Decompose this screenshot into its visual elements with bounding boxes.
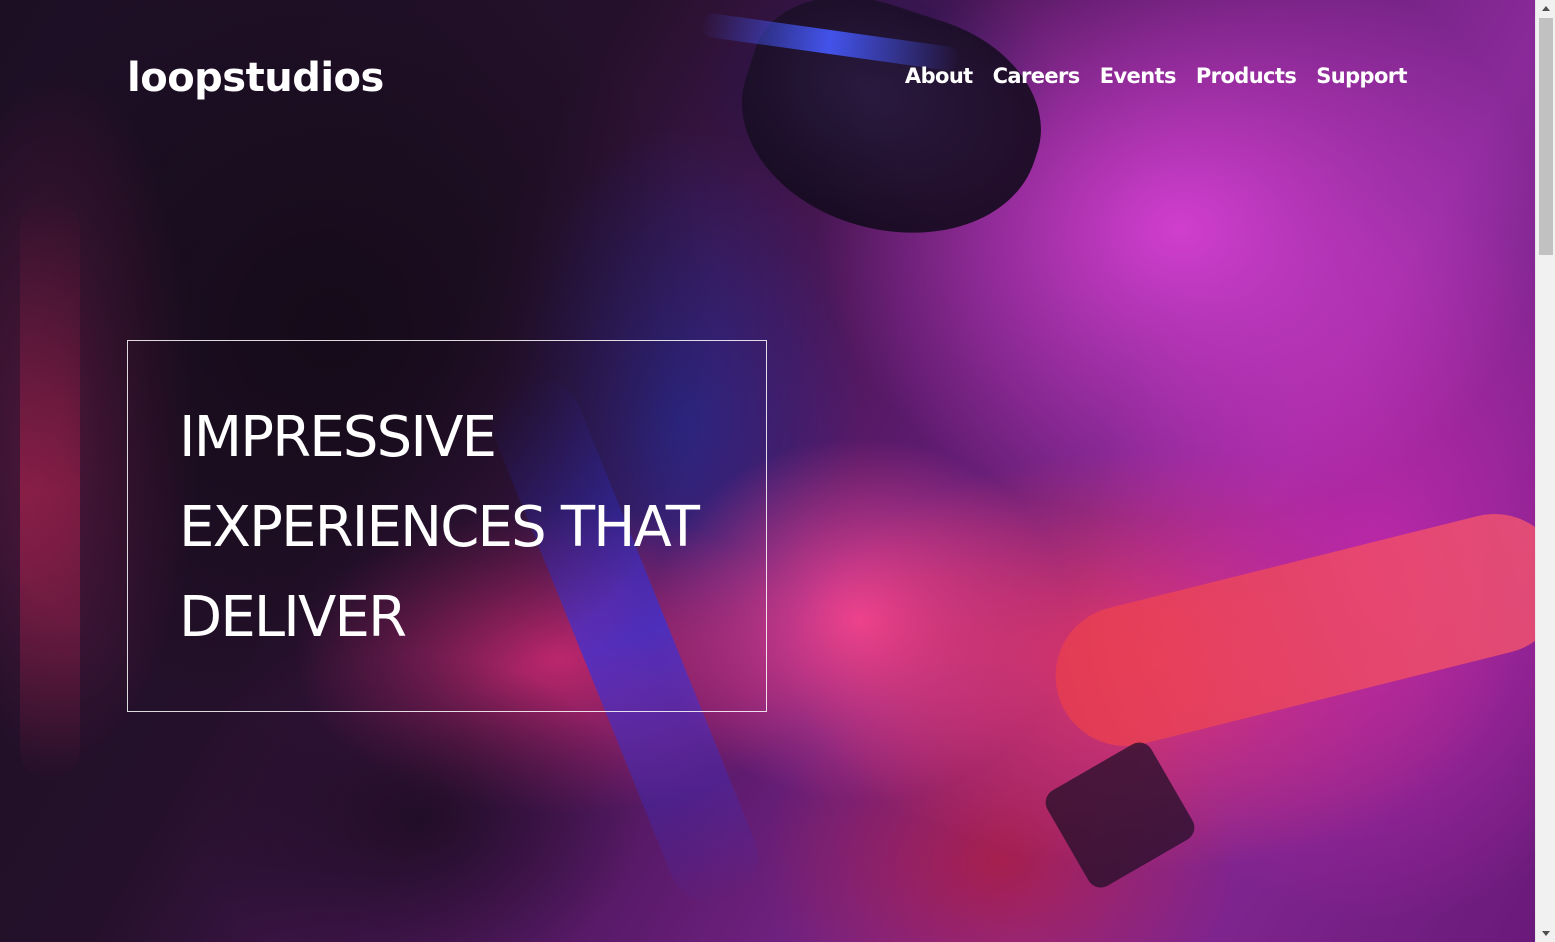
- page-viewport: loopstudios About Careers Events Product…: [0, 0, 1535, 942]
- hero-headline-line: DELIVER: [179, 585, 407, 650]
- nav-link-events[interactable]: Events: [1100, 60, 1177, 92]
- scroll-up-arrow-icon[interactable]: [1536, 0, 1555, 17]
- nav-link-about[interactable]: About: [905, 60, 973, 92]
- nav-link-careers[interactable]: Careers: [993, 60, 1081, 92]
- scrollbar-thumb[interactable]: [1539, 18, 1553, 255]
- hero-headline: IMPRESSIVE EXPERIENCES THAT DELIVER: [179, 393, 726, 663]
- hero-headline-line: EXPERIENCES THAT: [179, 495, 700, 560]
- hero-headline-box: IMPRESSIVE EXPERIENCES THAT DELIVER: [127, 340, 767, 712]
- scroll-down-arrow-icon[interactable]: [1536, 925, 1555, 942]
- main-nav: About Careers Events Products Support: [905, 60, 1408, 92]
- vertical-scrollbar[interactable]: [1535, 0, 1555, 942]
- nav-link-support[interactable]: Support: [1316, 60, 1407, 92]
- site-header: loopstudios About Careers Events Product…: [0, 0, 1535, 160]
- logo[interactable]: loopstudios: [127, 50, 384, 106]
- nav-link-products[interactable]: Products: [1196, 60, 1297, 92]
- hero-headline-line: IMPRESSIVE: [179, 405, 497, 470]
